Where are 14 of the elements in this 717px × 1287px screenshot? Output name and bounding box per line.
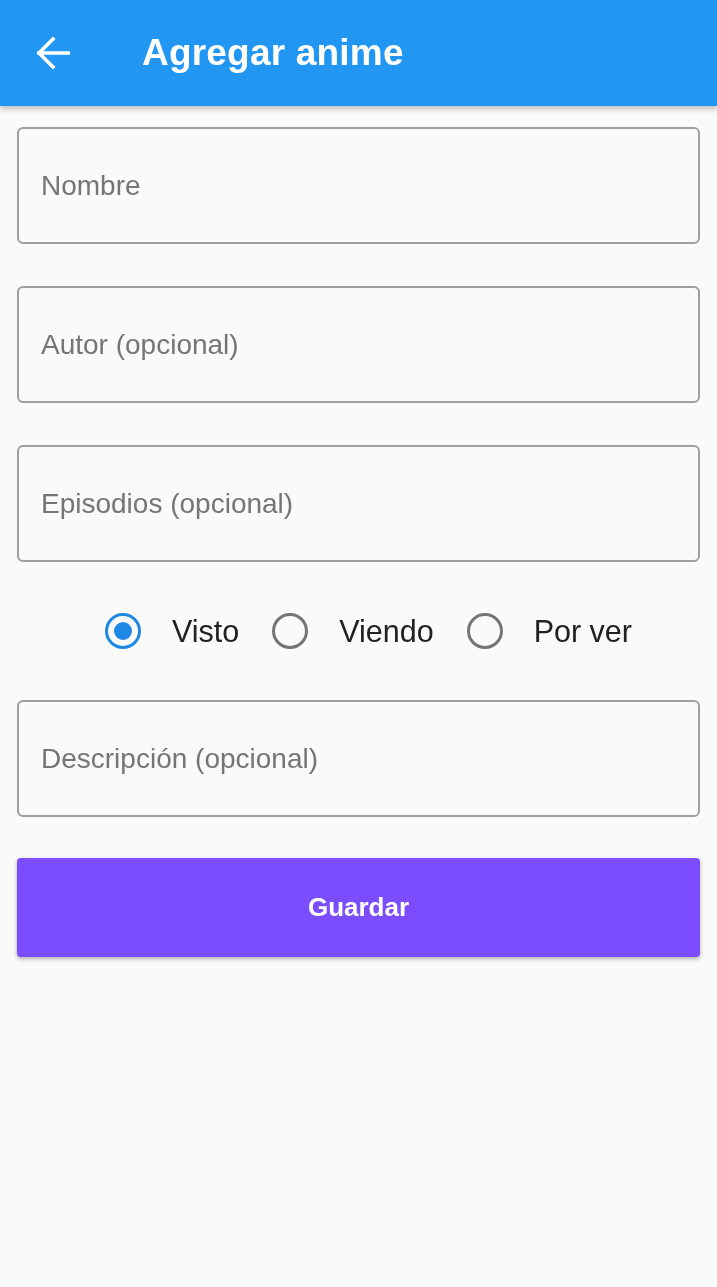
- radio-label: Por ver: [533, 613, 632, 649]
- text-field[interactable]: Autor (opcional): [17, 286, 700, 403]
- text-field[interactable]: Episodios (opcional): [17, 445, 700, 562]
- radio-label: Visto: [172, 613, 240, 649]
- save-button[interactable]: Guardar: [17, 858, 700, 957]
- radio-button[interactable]: [466, 613, 503, 649]
- radio-button[interactable]: [272, 613, 309, 649]
- text-field[interactable]: Nombre: [17, 127, 700, 244]
- description-field[interactable]: Descripción (opcional): [17, 700, 700, 817]
- radio-label: Viendo: [339, 613, 434, 649]
- radio-button[interactable]: [105, 613, 141, 649]
- screen-title: Agregar anime: [142, 32, 404, 74]
- back-button[interactable]: [36, 36, 70, 70]
- back-arrow-icon: [36, 36, 70, 70]
